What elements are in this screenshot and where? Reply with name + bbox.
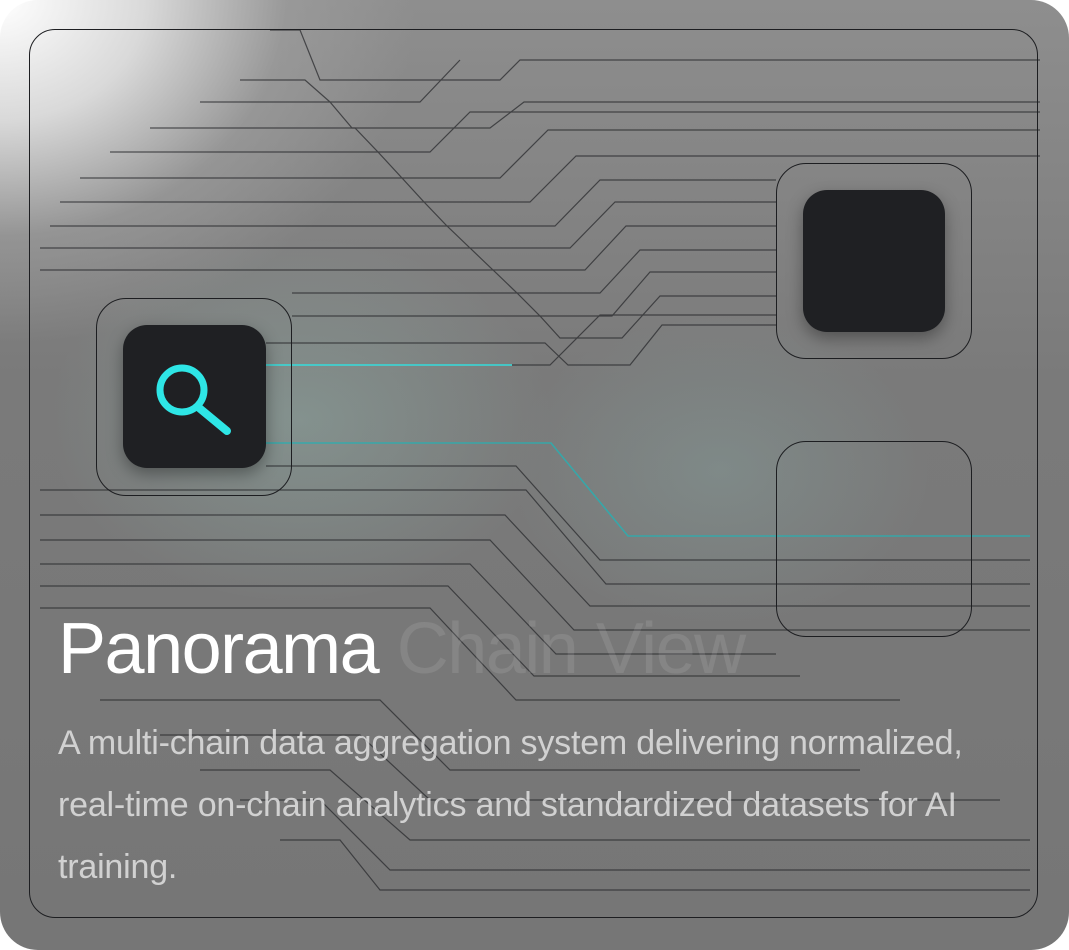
search-chip <box>123 325 266 468</box>
card-title: Panorama Chain View <box>58 604 746 694</box>
title-secondary: Chain View <box>396 609 746 689</box>
search-icon <box>156 364 231 435</box>
bottom-node-ring <box>776 441 972 637</box>
product-card: Panorama Chain View A multi-chain data a… <box>0 0 1069 950</box>
title-primary: Panorama <box>58 609 380 689</box>
top-chip <box>803 190 945 332</box>
card-description: A multi-chain data aggregation system de… <box>58 724 963 886</box>
